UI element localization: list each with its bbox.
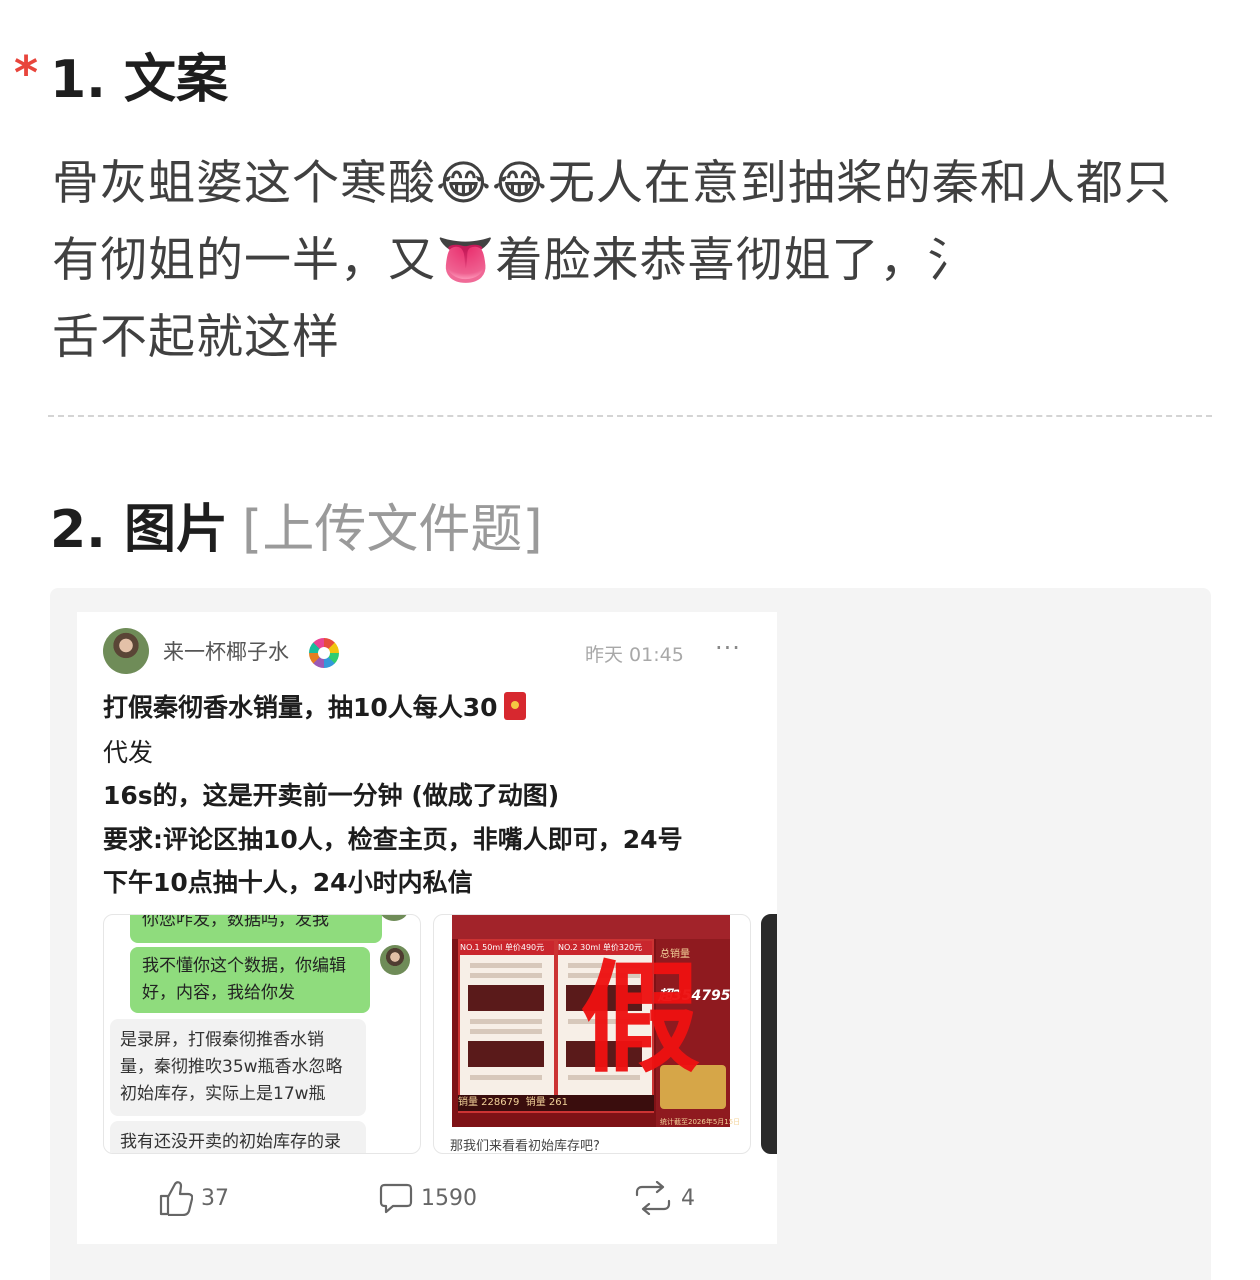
avatar — [380, 915, 408, 921]
repost-button[interactable]: 4 — [633, 1178, 695, 1218]
product-image — [468, 1041, 544, 1067]
question-2-title: 2. 图片 [上传文件题] — [50, 498, 543, 562]
comment-icon — [379, 1183, 413, 1214]
answer-part: 无人在意到抽桨的秦和人 — [547, 156, 1076, 211]
panel-row — [470, 1075, 542, 1080]
laughing-emoji: 😂 — [491, 156, 548, 211]
required-mark: * — [14, 46, 39, 100]
chat-bubble: 我不懂你这个数据，你编辑好，内容，我给你发 — [130, 947, 370, 1013]
post-actions: 37 1590 4 — [77, 1178, 777, 1218]
answer-part: 着脸来恭喜彻姐了，氵 — [495, 233, 976, 288]
repost-icon — [635, 1181, 671, 1215]
chat-bubble: 我有还没开卖的初始库存的录 — [110, 1121, 366, 1153]
post-line: 要求:评论区抽10人，检查主页，非嘴人即可，24号 — [103, 825, 683, 854]
repost-count: 4 — [681, 1185, 695, 1211]
fake-stamp: 假 — [580, 948, 700, 1089]
panel-head: NO.1 50ml 单价490元 — [460, 941, 554, 955]
laughing-emoji: 😂 — [436, 156, 492, 211]
uploaded-image[interactable]: 来一杯椰子水 昨天 01:45 ··· 打假秦彻香水销量，抽10人每人30 代发… — [77, 612, 777, 1244]
sales-screenshot-thumb: NO.1 50ml 单价490元 NO.2 30ml 单价320元 销量 228… — [433, 914, 751, 1154]
sales-count: 销量 261 — [525, 1097, 568, 1108]
more-icon: ··· — [715, 634, 741, 662]
panel-row — [470, 1019, 542, 1024]
question-type-label: [上传文件题] — [242, 500, 543, 560]
post-line: 16s的，这是开卖前一分钟 (做成了动图) — [103, 781, 560, 810]
stat-date: 统计截至2026年5月15日 — [660, 1118, 741, 1126]
red-packet-icon — [503, 692, 526, 720]
panel-row — [470, 973, 542, 978]
avatar — [103, 628, 149, 674]
answer-text[interactable]: 骨灰蛆婆这个寒酸😂😂无人在意到抽桨的秦和人都只有彻姐的一半，又👅着脸来恭喜彻姐了… — [52, 145, 1192, 376]
panel-row — [470, 963, 542, 968]
comment-count: 1590 — [421, 1185, 477, 1211]
comment-button[interactable]: 1590 — [379, 1178, 477, 1218]
product-image — [468, 985, 544, 1011]
question-1-title: 1. 文案 — [50, 50, 229, 110]
sales-header — [452, 915, 730, 939]
chat-screenshot-thumb: 你您咋发，数据吗，发我 我不懂你这个数据，你编辑好，内容，我给你发 是录屏，打假… — [103, 914, 421, 1154]
question-2-label: 2. 图片 — [50, 500, 229, 560]
thumb-caption: 那我们来看看初始库存吧? — [450, 1139, 600, 1154]
like-count: 37 — [201, 1185, 229, 1211]
video-thumb — [761, 914, 777, 1154]
post-title-text: 打假秦彻香水销量，抽10人每人30 — [103, 693, 498, 722]
author-name: 来一杯椰子水 — [163, 640, 289, 664]
chat-bubble: 是录屏，打假秦彻推香水销量，秦彻推吹35w瓶香水忽略初始库存，实际上是17w瓶 — [110, 1019, 366, 1116]
answer-part: 骨灰蛆婆这个寒酸 — [52, 156, 436, 211]
sales-bottom-bar: 销量 228679 销量 261 — [458, 1095, 654, 1111]
sales-image: NO.1 50ml 单价490元 NO.2 30ml 单价320元 销量 228… — [452, 915, 744, 1127]
chat-bubble: 你您咋发，数据吗，发我 — [130, 915, 382, 943]
post-line: 代发 — [103, 738, 154, 767]
thumbs-up-icon — [159, 1181, 193, 1216]
section-divider — [48, 415, 1212, 417]
badge-icon — [309, 638, 339, 668]
post-time: 昨天 01:45 — [585, 644, 684, 666]
tongue-emoji: 👅 — [436, 233, 496, 288]
avatar — [380, 945, 410, 975]
post-line: 下午10点抽十人，24小时内私信 — [103, 868, 473, 897]
sales-count: 销量 228679 — [458, 1097, 520, 1108]
like-button[interactable]: 37 — [159, 1178, 229, 1218]
product-panel: NO.1 50ml 单价490元 — [458, 939, 556, 1113]
panel-row — [470, 1029, 542, 1034]
post-title: 打假秦彻香水销量，抽10人每人30 — [103, 688, 526, 724]
answer-part: 舌不起就这样 — [52, 310, 340, 365]
